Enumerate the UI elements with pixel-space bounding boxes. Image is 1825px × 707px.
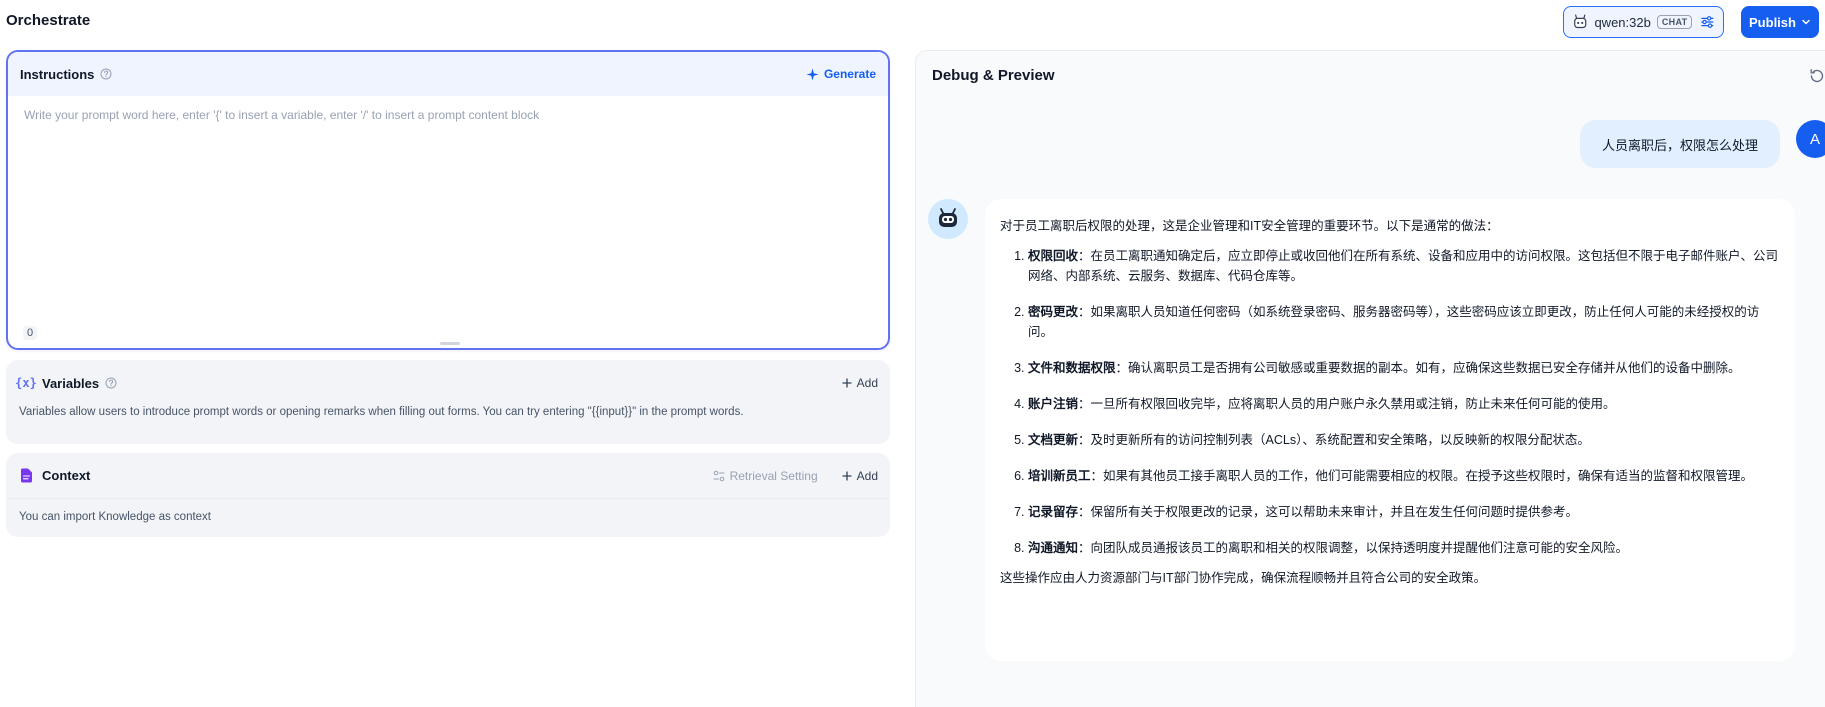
bot-avatar [928, 199, 968, 239]
plus-icon [841, 378, 852, 388]
sparkle-icon [806, 68, 819, 80]
variable-icon: {x} [15, 376, 37, 390]
list-item: 培训新员工：如果有其他员工接手离职人员的工作，他们可能需要相应的权限。在授予这些… [1028, 466, 1780, 486]
robot-icon [939, 208, 957, 227]
user-message: 人员离职后，权限怎么处理 [1580, 120, 1780, 168]
resize-handle[interactable] [440, 342, 460, 345]
variables-description: Variables allow users to introduce promp… [19, 406, 744, 418]
prompt-input[interactable] [8, 96, 888, 296]
list-item: 文档更新：及时更新所有的访问控制列表（ACLs）、系统配置和安全策略，以反映新的… [1028, 430, 1780, 450]
generate-label: Generate [823, 67, 876, 81]
instructions-header: Instructions Generate [8, 52, 888, 96]
robot-icon [1574, 14, 1587, 29]
add-variable-label: Add [856, 376, 878, 390]
help-icon[interactable] [100, 68, 112, 80]
help-icon[interactable] [105, 377, 117, 389]
list-item: 密码更改：如果离职人员知道任何密码（如系统登录密码、服务器密码等），这些密码应该… [1028, 302, 1780, 342]
publish-button[interactable]: Publish [1741, 6, 1819, 38]
context-description: You can import Knowledge as context [19, 511, 212, 523]
variables-header: {x} Variables Add [6, 360, 890, 406]
page-title: Orchestrate [6, 12, 91, 29]
debug-preview-panel: Debug & Preview 人员离职后，权限怎么处理 A 对于员工离职后权限… [915, 50, 1825, 707]
document-icon [18, 468, 34, 484]
list-item: 文件和数据权限：确认离职员工是否拥有公司敏感或重要数据的副本。如有，应确保这些数… [1028, 358, 1780, 378]
retrieval-setting-label: Retrieval Setting [729, 468, 818, 483]
list-item: 沟通通知：向团队成员通报该员工的离职和相关的权限调整，以保持透明度并提醒他们注意… [1028, 538, 1780, 558]
add-context-button[interactable]: Add [841, 468, 878, 483]
variables-panel: {x} Variables Add Variables allow users … [6, 360, 890, 444]
instructions-title: Instructions [20, 66, 95, 82]
add-variable-button[interactable]: Add [841, 376, 878, 390]
context-header: Context Retrieval Setting Add [6, 453, 890, 499]
user-avatar: A [1796, 120, 1825, 158]
bot-list: 权限回收：在员工离职通知确定后，应立即停止或收回他们在所有系统、设备和应用中的访… [1000, 246, 1780, 558]
instructions-panel: Instructions Generate 0 [6, 50, 890, 350]
variables-title: Variables [42, 375, 100, 391]
list-item: 记录留存：保留所有关于权限更改的记录，这可以帮助未来审计，并且在发生任何问题时提… [1028, 502, 1780, 522]
model-mode-badge: CHAT [1656, 15, 1693, 29]
context-title: Context [42, 468, 91, 483]
model-selector[interactable]: qwen:32b CHAT [1563, 6, 1724, 38]
model-name: qwen:32b [1594, 14, 1651, 30]
list-item: 账户注销：一旦所有权限回收完毕，应将离职人员的用户账户永久禁用或注销，防止未来任… [1028, 394, 1780, 414]
context-panel: Context Retrieval Setting Add You can im… [6, 453, 890, 537]
settings-icon [713, 470, 725, 481]
debug-title: Debug & Preview [932, 67, 1055, 84]
bot-message: 对于员工离职后权限的处理，这是企业管理和IT安全管理的重要环节。以下是通常的做法… [985, 199, 1795, 661]
chevron-down-icon [1802, 19, 1810, 25]
plus-icon [841, 470, 852, 481]
bot-intro: 对于员工离职后权限的处理，这是企业管理和IT安全管理的重要环节。以下是通常的做法… [1000, 219, 1499, 233]
bot-outro: 这些操作应由人力资源部门与IT部门协作完成，确保流程顺畅并且符合公司的安全政策。 [1000, 571, 1487, 585]
list-item: 权限回收：在员工离职通知确定后，应立即停止或收回他们在所有系统、设备和应用中的访… [1028, 246, 1780, 286]
char-count: 0 [23, 326, 38, 340]
publish-label: Publish [1749, 14, 1796, 30]
retrieval-setting-button[interactable]: Retrieval Setting [713, 469, 818, 483]
sliders-icon[interactable] [1700, 14, 1715, 30]
generate-button[interactable]: Generate [806, 67, 876, 81]
refresh-icon[interactable] [1808, 67, 1825, 85]
add-context-label: Add [856, 468, 878, 483]
